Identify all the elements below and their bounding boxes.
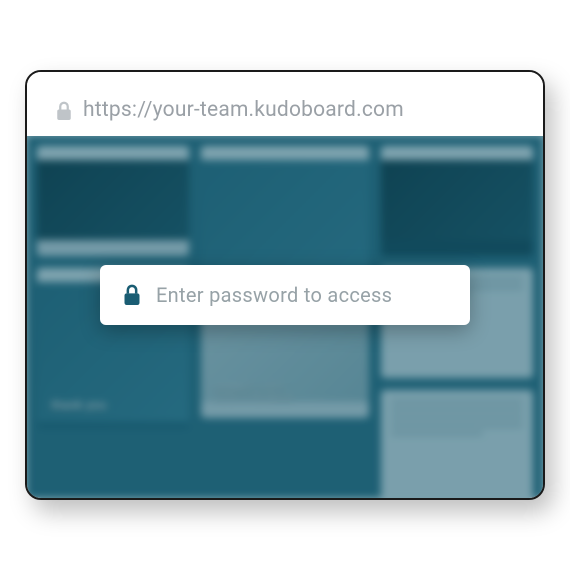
- password-input-container[interactable]: Enter password to access: [100, 265, 470, 325]
- device-frame: https://your-team.kudoboard.com thank yo…: [25, 70, 545, 500]
- lock-icon: [122, 282, 142, 308]
- address-url: https://your-team.kudoboard.com: [83, 98, 404, 122]
- address-bar: https://your-team.kudoboard.com: [27, 72, 543, 136]
- lock-icon: [55, 100, 73, 122]
- viewport: thank you DAMMIT, I JUST LOVE IT SO MUCH: [27, 136, 543, 498]
- password-placeholder: Enter password to access: [156, 283, 392, 307]
